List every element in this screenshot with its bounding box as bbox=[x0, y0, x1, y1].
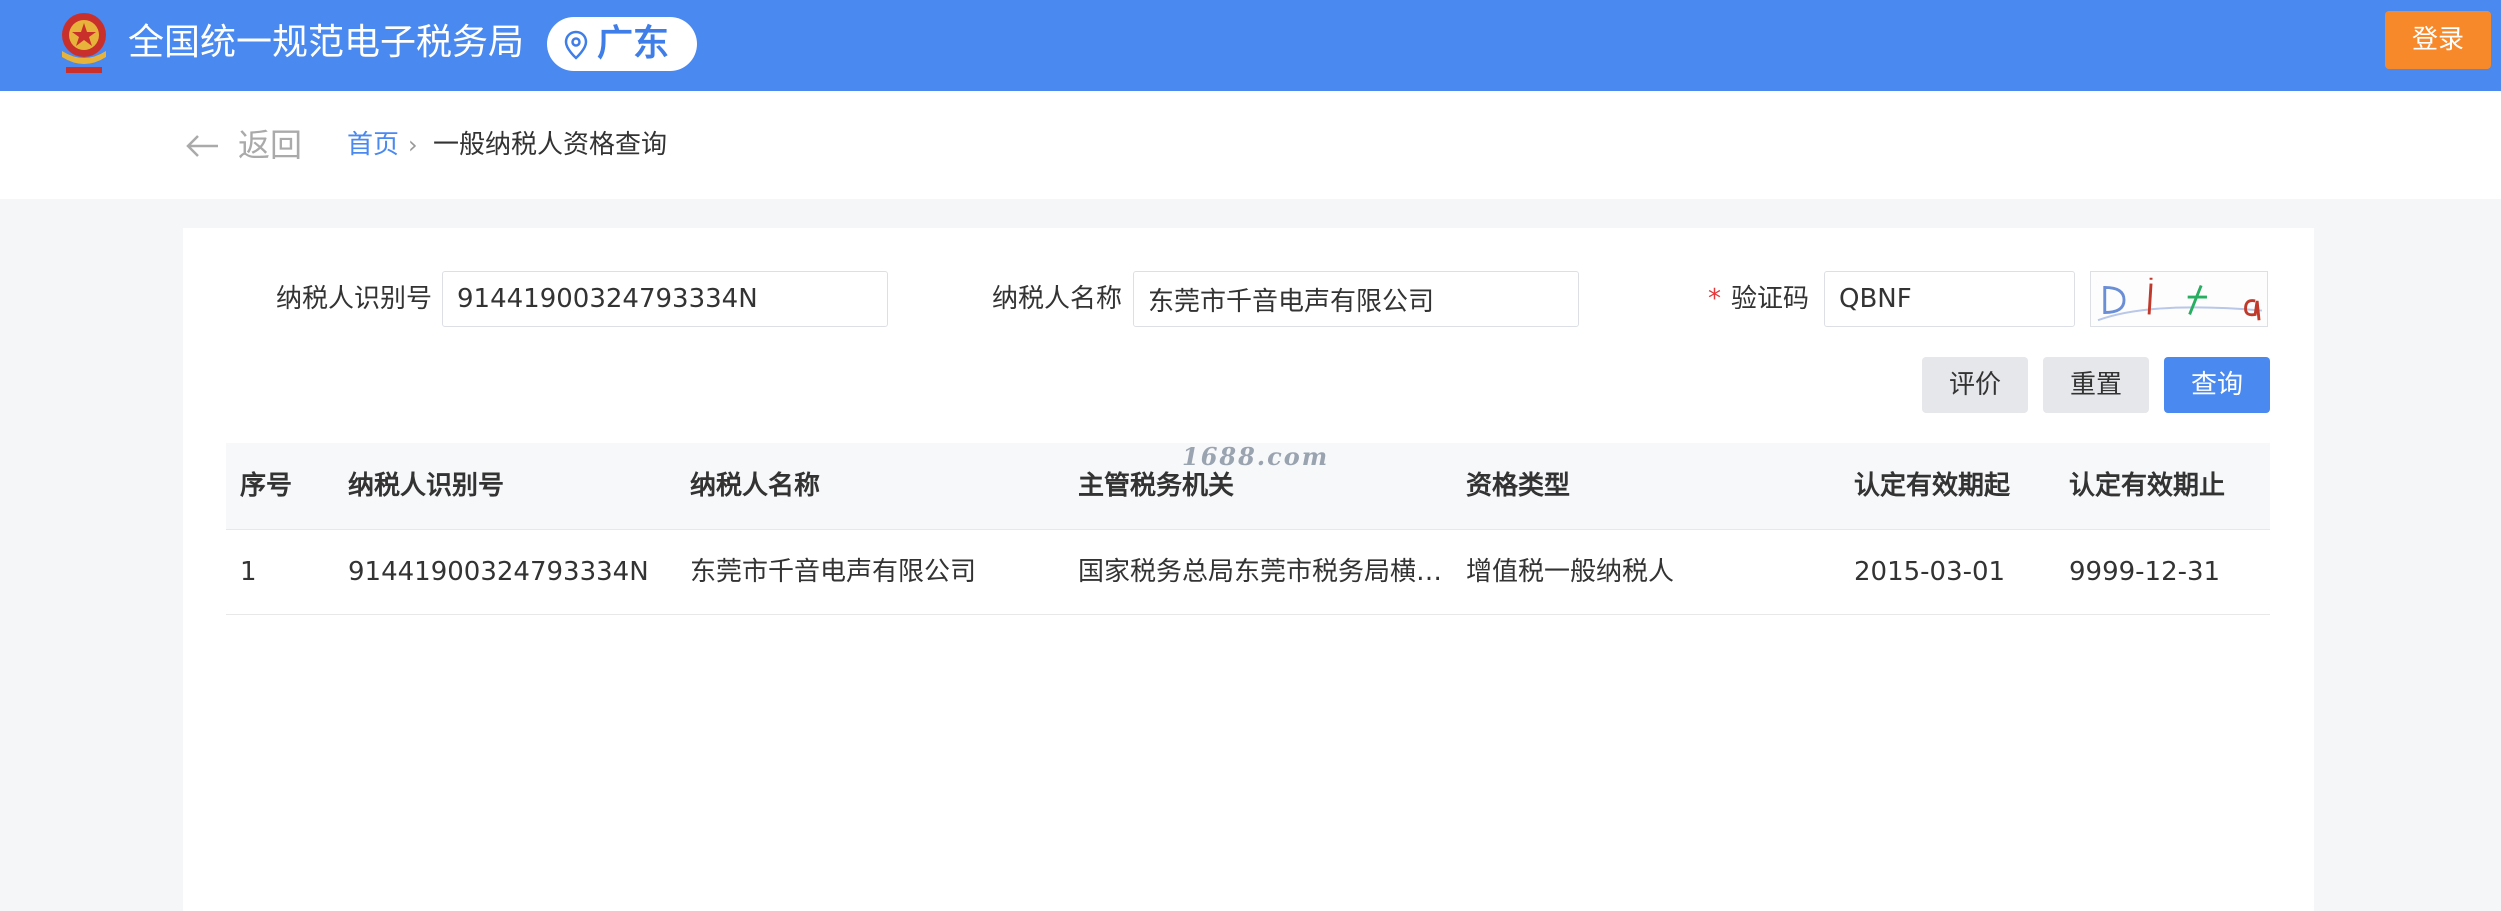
column-header-index: 序号 bbox=[240, 471, 293, 501]
cell-qualification-type: 增值税一般纳税人 bbox=[1466, 557, 1675, 587]
column-header-qualification-type: 资格类型 bbox=[1466, 471, 1571, 501]
back-link[interactable]: 返回 bbox=[238, 123, 302, 167]
tax-emblem-icon bbox=[62, 13, 106, 73]
back-arrow-icon[interactable] bbox=[184, 131, 220, 161]
table-row: 1 91441900324793334N 东莞市千音电声有限公司 国家税务总局东… bbox=[226, 530, 2270, 615]
cell-valid-from: 2015-03-01 bbox=[1854, 557, 2006, 587]
breadcrumb-current: 一般纳税人资格查询 bbox=[433, 130, 668, 160]
column-header-valid-to: 认定有效期止 bbox=[2069, 471, 2226, 501]
taxpayer-id-input[interactable] bbox=[442, 271, 888, 327]
cell-taxpayer-id: 91441900324793334N bbox=[348, 557, 649, 587]
query-button[interactable]: 查询 bbox=[2164, 357, 2270, 413]
cell-tax-authority: 国家税务总局东莞市税务局横… bbox=[1078, 557, 1443, 587]
column-header-taxpayer-id: 纳税人识别号 bbox=[348, 471, 505, 501]
captcha-image[interactable] bbox=[2090, 271, 2268, 327]
required-mark: * bbox=[1708, 284, 1721, 314]
cell-valid-to: 9999-12-31 bbox=[2069, 557, 2221, 587]
captcha-label: 验证码 bbox=[1731, 284, 1810, 314]
evaluate-button[interactable]: 评价 bbox=[1922, 357, 2028, 413]
location-pin-icon bbox=[564, 30, 588, 60]
column-header-valid-from: 认定有效期起 bbox=[1854, 471, 2011, 501]
taxpayer-id-label: 纳税人识别号 bbox=[276, 284, 433, 314]
breadcrumb-home[interactable]: 首页 bbox=[347, 125, 399, 165]
cell-taxpayer-name: 东莞市千音电声有限公司 bbox=[690, 557, 977, 587]
breadcrumb-separator: › bbox=[408, 131, 418, 159]
breadcrumb: 返回 首页 › 一般纳税人资格查询 bbox=[0, 91, 2501, 199]
taxpayer-name-input[interactable] bbox=[1133, 271, 1579, 327]
cell-index: 1 bbox=[240, 557, 257, 587]
region-selector[interactable]: 广东 bbox=[547, 17, 697, 71]
site-title: 全国统一规范电子税务局 bbox=[128, 22, 525, 63]
reset-button[interactable]: 重置 bbox=[2043, 357, 2149, 413]
region-label: 广东 bbox=[597, 23, 670, 64]
watermark: 1688.com bbox=[1182, 442, 1330, 471]
top-header: 全国统一规范电子税务局 广东 登录 bbox=[0, 0, 2501, 91]
taxpayer-name-label: 纳税人名称 bbox=[992, 284, 1123, 314]
captcha-label-wrap: * 验证码 bbox=[1708, 271, 1809, 327]
captcha-input[interactable] bbox=[1824, 271, 2075, 327]
column-header-taxpayer-name: 纳税人名称 bbox=[690, 471, 821, 501]
login-button[interactable]: 登录 bbox=[2385, 11, 2491, 69]
